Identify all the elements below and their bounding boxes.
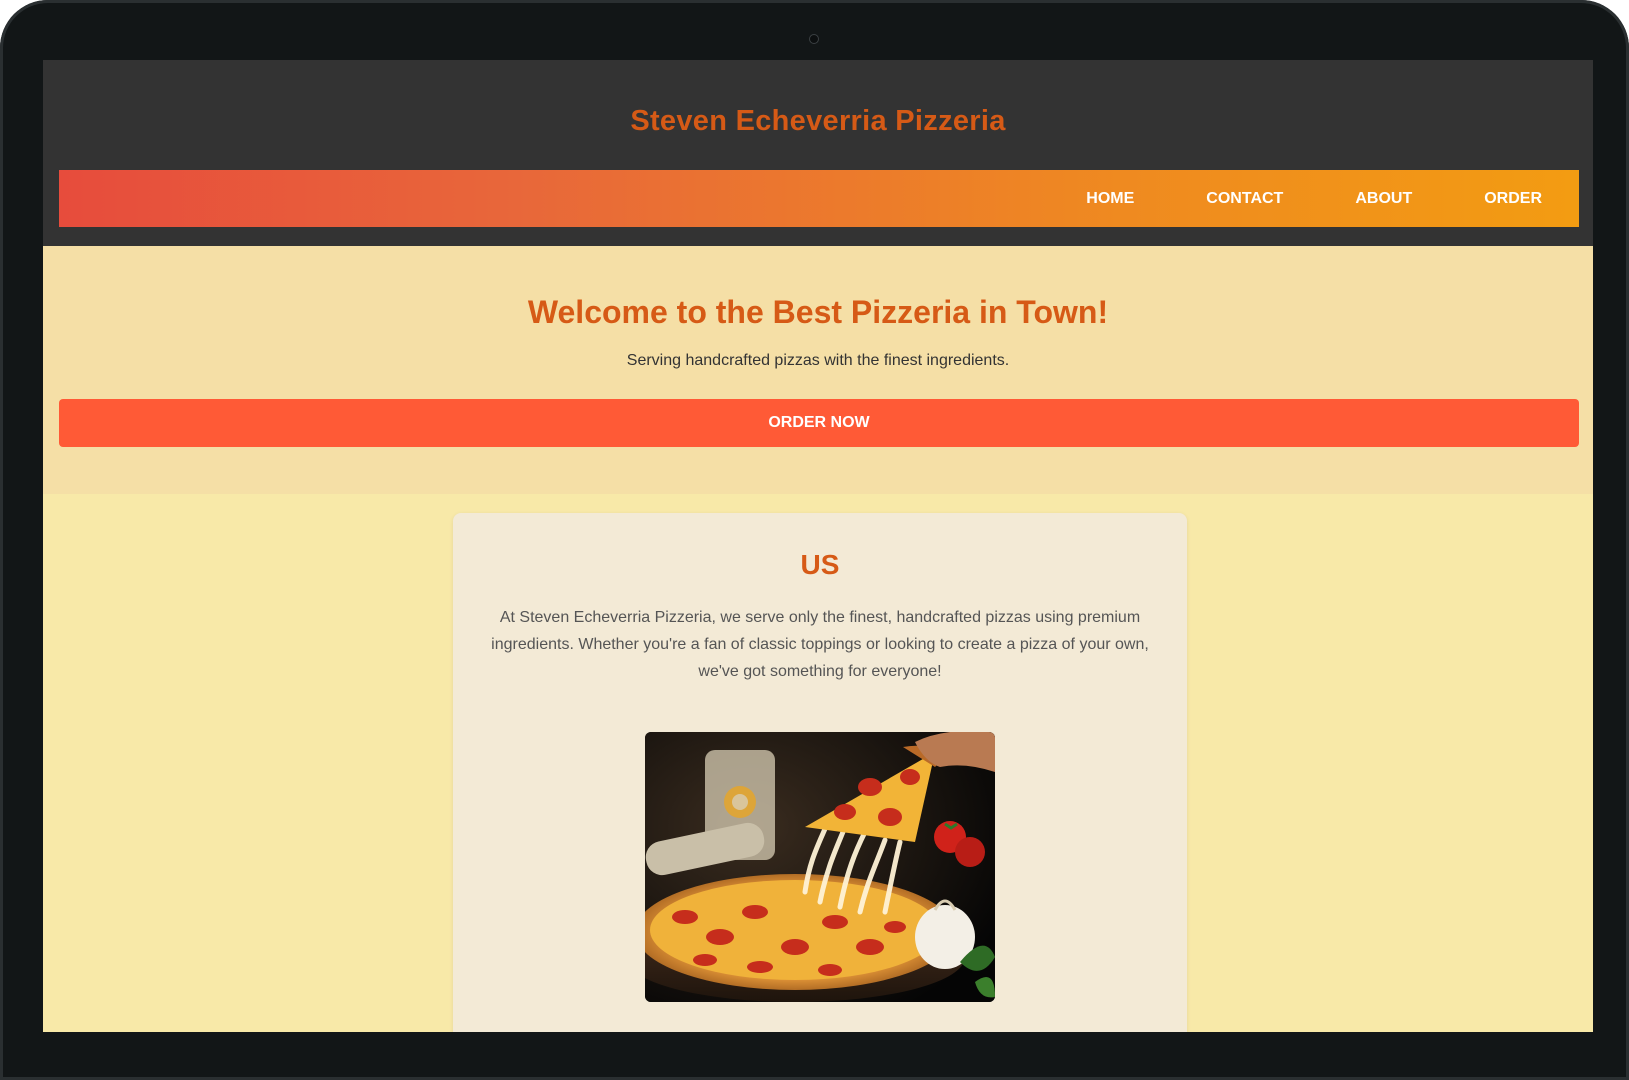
nav-about-link[interactable]: ABOUT [1319,190,1448,208]
site-header: Steven Echeverria Pizzeria HOME CONTACT … [43,60,1593,246]
about-card: US At Steven Echeverria Pizzeria, we ser… [453,513,1187,1032]
pizza-illustration [645,732,995,1002]
site-title: Steven Echeverria Pizzeria [630,105,1006,137]
hero-section: Welcome to the Best Pizzeria in Town! Se… [43,246,1593,494]
pizza-photo [645,732,995,1002]
hero-title: Welcome to the Best Pizzeria in Town! [527,294,1109,330]
nav-contact-link[interactable]: CONTACT [1170,190,1319,208]
camera-icon [809,34,819,44]
main-navbar: HOME CONTACT ABOUT ORDER [59,170,1579,227]
browser-viewport: Steven Echeverria Pizzeria HOME CONTACT … [43,60,1593,1032]
laptop-frame: Steven Echeverria Pizzeria HOME CONTACT … [0,0,1629,1080]
hero-subtitle: Serving handcrafted pizzas with the fine… [626,352,1010,369]
main-content: US At Steven Echeverria Pizzeria, we ser… [43,494,1593,1032]
nav-order-link[interactable]: ORDER [1448,190,1579,208]
about-text: At Steven Echeverria Pizzeria, we serve … [491,609,1149,680]
order-now-button[interactable]: ORDER NOW [59,399,1579,447]
nav-home-link[interactable]: HOME [1050,190,1170,208]
about-title: US [800,549,840,580]
